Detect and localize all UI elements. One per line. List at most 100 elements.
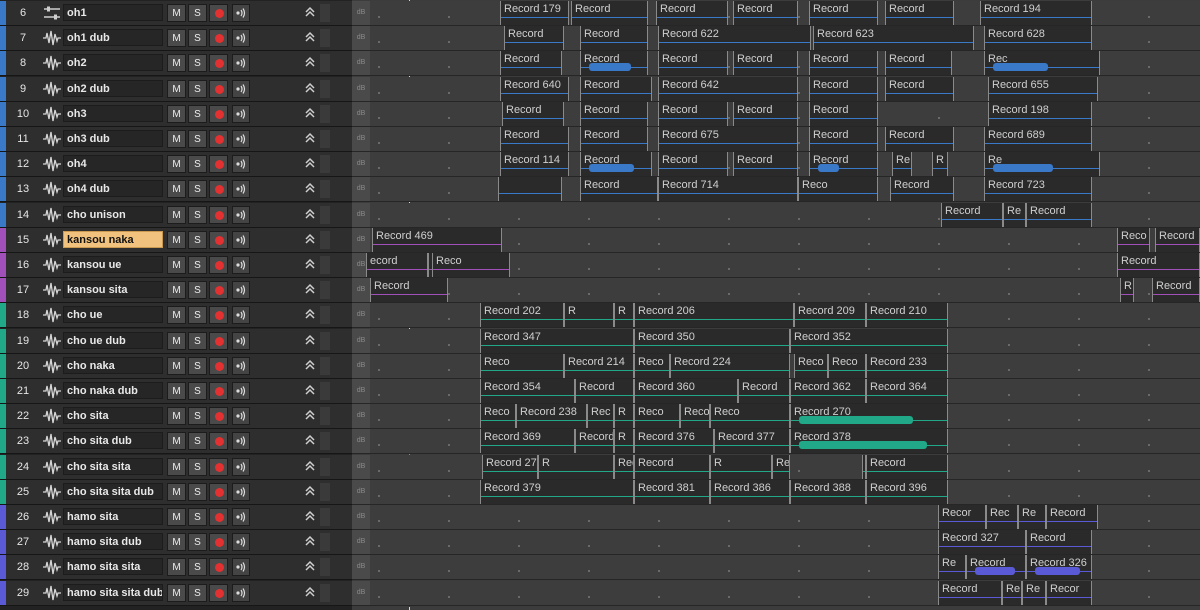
audio-clip[interactable]: Record 233 <box>866 353 948 378</box>
input-monitor-button[interactable] <box>232 356 250 375</box>
input-monitor-button[interactable] <box>232 533 250 552</box>
audio-clip[interactable]: Record 194 <box>980 1 1092 25</box>
track-header[interactable]: 14 cho unison M S <box>0 202 352 228</box>
input-monitor-button[interactable] <box>232 155 250 174</box>
audio-clip[interactable]: Record 675 <box>658 127 798 151</box>
track-lane[interactable]: dB Record Record Record 675 Record Record Reco… <box>352 127 1200 152</box>
track-name-field[interactable]: hamo sita sita dub <box>63 583 163 601</box>
audio-clip[interactable]: Record 270 <box>790 404 948 429</box>
mute-button[interactable]: M <box>167 54 186 73</box>
audio-clip[interactable]: Record 396 <box>866 479 948 504</box>
track-header[interactable]: 19 cho ue dub M S <box>0 328 352 354</box>
audio-clip[interactable]: Record 360 <box>634 379 738 403</box>
track-name-field[interactable]: hamo sita sita <box>63 558 163 576</box>
track-lane[interactable]: dB Recor Rec Re Record <box>352 505 1200 530</box>
audio-clip[interactable]: Re <box>938 555 966 580</box>
audio-clip[interactable]: Record 378 <box>790 429 948 454</box>
audio-clip[interactable]: Record <box>809 76 878 101</box>
audio-clip[interactable]: Record <box>580 127 648 151</box>
track-header[interactable]: 23 cho sita dub M S <box>0 429 352 455</box>
audio-clip[interactable]: Record 352 <box>790 328 948 353</box>
audio-clip[interactable]: R <box>614 429 634 454</box>
input-monitor-button[interactable] <box>232 180 250 199</box>
track-header[interactable]: 26 hamo sita M S <box>0 505 352 530</box>
mute-button[interactable]: M <box>167 281 186 300</box>
record-arm-button[interactable] <box>209 29 228 48</box>
track-lane[interactable]: dB Reco Record 214 Reco Record 224 Reco Reco Re… <box>352 353 1200 379</box>
expand-arrow-icon[interactable] <box>303 280 317 300</box>
track-header[interactable]: 6 oh1 M S <box>0 1 352 26</box>
record-arm-button[interactable] <box>209 256 228 274</box>
mute-button[interactable]: M <box>167 104 186 123</box>
audio-clip[interactable]: R <box>614 404 634 429</box>
audio-clip[interactable]: Re <box>1018 505 1046 529</box>
solo-button[interactable]: S <box>188 382 207 400</box>
track-name-field[interactable]: cho naka <box>63 356 163 374</box>
input-monitor-button[interactable] <box>232 54 250 73</box>
expand-arrow-icon[interactable] <box>303 104 317 124</box>
record-arm-button[interactable] <box>209 432 228 451</box>
audio-clip[interactable]: Record 640 <box>500 76 569 101</box>
track-header[interactable]: 24 cho sita sita M S <box>0 454 352 480</box>
record-arm-button[interactable] <box>209 230 228 249</box>
record-arm-button[interactable] <box>209 558 228 577</box>
input-monitor-button[interactable] <box>232 281 250 300</box>
audio-clip[interactable]: Record <box>733 152 798 177</box>
audio-clip[interactable]: Record 289 <box>772 454 790 479</box>
audio-clip[interactable]: Record 623 <box>813 26 974 51</box>
audio-clip[interactable]: Reco <box>480 353 564 378</box>
audio-clip[interactable]: Record <box>504 26 564 51</box>
audio-clip[interactable]: Record 364 <box>866 379 948 403</box>
audio-clip[interactable]: Record <box>885 76 954 101</box>
track-name-field[interactable]: oh2 <box>63 54 163 72</box>
track-name-field[interactable]: oh4 dub <box>63 180 163 198</box>
track-lane[interactable]: dB Record 277 R Record 280 Record R Record 289… <box>352 454 1200 480</box>
audio-clip[interactable]: Record 350 <box>634 328 790 353</box>
audio-clip[interactable]: R <box>538 454 614 479</box>
expand-arrow-icon[interactable] <box>303 431 317 451</box>
track-name-field[interactable]: cho ue dub <box>63 331 163 349</box>
mute-button[interactable]: M <box>167 432 186 451</box>
track-lane[interactable]: dB Record 354 Record Record 360 Record Record… <box>352 379 1200 404</box>
track-lane[interactable]: dB Record Re Re Recor <box>352 580 1200 606</box>
audio-clip[interactable]: Record 377 <box>714 429 790 454</box>
track-header[interactable]: 29 hamo sita sita dub M S <box>0 580 352 606</box>
expand-arrow-icon[interactable] <box>303 179 317 199</box>
audio-clip[interactable]: Record <box>733 101 798 126</box>
track-name-field[interactable]: cho naka dub <box>63 382 163 399</box>
mute-button[interactable]: M <box>167 29 186 48</box>
audio-clip[interactable]: Record 655 <box>988 76 1098 101</box>
solo-button[interactable]: S <box>188 356 207 375</box>
track-lane[interactable]: dB Record Record Record Record Record Record Re… <box>352 51 1200 77</box>
mute-button[interactable]: M <box>167 482 186 501</box>
track-name-field[interactable]: kansou ue <box>63 256 163 273</box>
mute-button[interactable]: M <box>167 356 186 375</box>
audio-clip[interactable]: Reco <box>480 404 516 429</box>
audio-clip[interactable]: R <box>932 152 948 177</box>
record-arm-button[interactable] <box>209 4 228 22</box>
audio-clip[interactable]: Record 381 <box>634 479 710 504</box>
input-monitor-button[interactable] <box>232 79 250 98</box>
audio-clip[interactable]: Record 354 <box>480 379 575 403</box>
audio-clip[interactable]: Record 388 <box>790 479 866 504</box>
audio-clip[interactable]: Record <box>885 127 954 151</box>
input-monitor-button[interactable] <box>232 331 250 350</box>
mute-button[interactable]: M <box>167 382 186 400</box>
audio-clip[interactable]: Record 179 <box>500 1 569 25</box>
expand-arrow-icon[interactable] <box>303 230 317 250</box>
track-header[interactable]: 13 oh4 dub M S <box>0 177 352 203</box>
record-arm-button[interactable] <box>209 281 228 300</box>
expand-arrow-icon[interactable] <box>303 205 317 225</box>
record-arm-button[interactable] <box>209 533 228 552</box>
audio-clip[interactable]: Record <box>885 1 954 25</box>
mute-button[interactable]: M <box>167 558 186 577</box>
mute-button[interactable]: M <box>167 4 186 22</box>
audio-clip[interactable]: Record 238 <box>516 404 587 429</box>
audio-clip[interactable]: Record <box>580 76 652 101</box>
audio-clip[interactable]: Re <box>1002 580 1022 605</box>
solo-button[interactable]: S <box>188 482 207 501</box>
track-lane[interactable]: dB Record 202 R R Record 206 Record 209 Record… <box>352 303 1200 329</box>
input-monitor-button[interactable] <box>232 104 250 123</box>
mute-button[interactable]: M <box>167 205 186 224</box>
expand-arrow-icon[interactable] <box>303 406 317 426</box>
